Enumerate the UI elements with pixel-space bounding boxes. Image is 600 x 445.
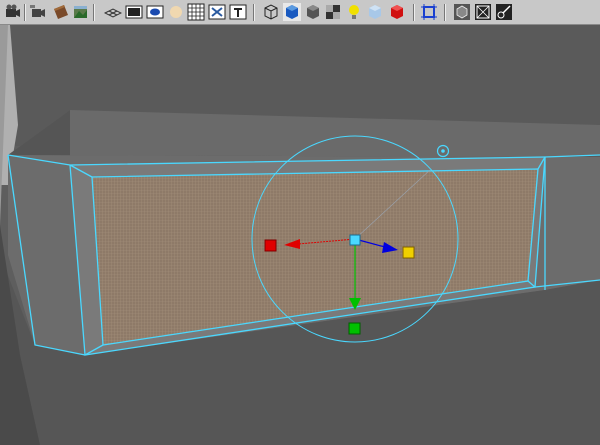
bookmarks-icon[interactable] [52, 3, 70, 21]
toolbar-separator [24, 4, 26, 21]
image-plane-icon[interactable] [72, 3, 90, 21]
pivot-handle-dot [441, 149, 445, 153]
wireframe-on-shaded-icon[interactable] [420, 3, 438, 21]
wireframe-icon[interactable] [262, 3, 280, 21]
panel-toolbar [0, 0, 600, 25]
y-axis-box[interactable] [348, 322, 361, 335]
film-back-icon[interactable] [495, 3, 513, 21]
viewport-scene [0, 25, 600, 445]
toolbar-separator [444, 4, 446, 21]
toolbar-separator [93, 4, 95, 21]
camera-attributes-icon[interactable] [4, 3, 22, 21]
resolution-frame-icon[interactable] [474, 3, 492, 21]
safe-action-icon[interactable] [208, 3, 226, 21]
toolbar-separator [253, 4, 255, 21]
field-chart-icon[interactable] [187, 3, 205, 21]
z-axis-box[interactable] [402, 246, 415, 259]
film-gate-icon[interactable] [125, 3, 143, 21]
grid-icon[interactable] [104, 3, 122, 21]
shadows-icon[interactable] [324, 3, 342, 21]
3d-viewport[interactable] [0, 25, 600, 445]
gate-mask-icon[interactable] [167, 3, 185, 21]
xray-icon[interactable] [366, 3, 384, 21]
isolate-select-icon[interactable] [388, 3, 406, 21]
default-material-icon[interactable] [304, 3, 322, 21]
x-axis-box[interactable] [264, 239, 277, 252]
safe-title-icon[interactable] [229, 3, 247, 21]
center-handle[interactable] [349, 234, 361, 246]
toolbar-separator [413, 4, 415, 21]
resolution-gate-icon[interactable] [146, 3, 164, 21]
smooth-shade-icon[interactable] [283, 3, 301, 21]
camera-tools-icon[interactable] [29, 3, 47, 21]
backface-culling-icon[interactable] [453, 3, 471, 21]
use-all-lights-icon[interactable] [345, 3, 363, 21]
